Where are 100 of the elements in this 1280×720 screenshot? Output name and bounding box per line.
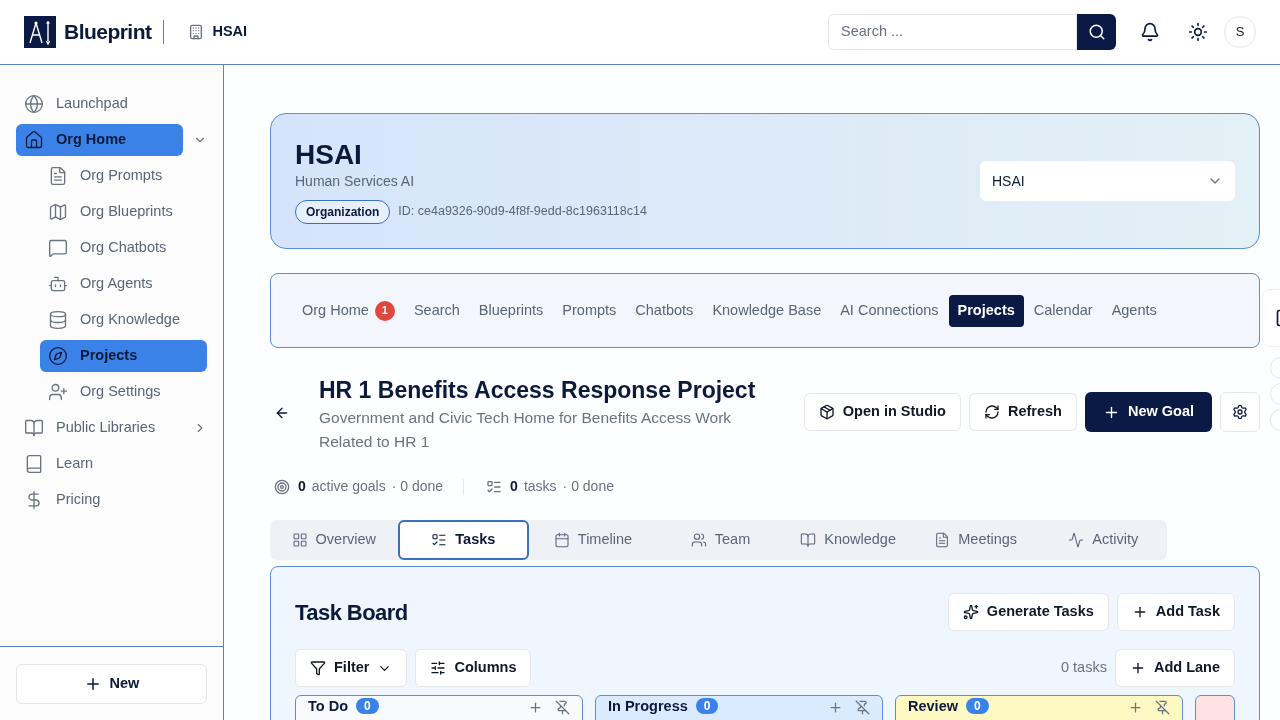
add-lane-button[interactable]: Add Lane (1114, 649, 1235, 687)
sidebar-item[interactable]: Org Prompts (40, 160, 171, 192)
sidebar-item[interactable]: Org Chatbots (40, 232, 175, 264)
lane-title: To Do (308, 698, 348, 714)
org-select[interactable]: HSAI (980, 161, 1235, 201)
lane-title: In Progress (608, 698, 688, 714)
tasks-count: 0 (510, 477, 518, 496)
brand-name: Blueprint (64, 19, 152, 46)
document-icon (934, 532, 951, 548)
org-tab[interactable]: Calendar (1024, 294, 1102, 327)
org-name: HSAI (212, 22, 248, 42)
grid-icon (291, 532, 308, 548)
activity-icon (1068, 532, 1085, 548)
org-tab[interactable]: Blueprints (469, 294, 553, 327)
new-button[interactable]: New (16, 664, 207, 704)
globe-icon (24, 94, 44, 114)
sliders-icon (430, 660, 447, 676)
project-tab[interactable]: Team (656, 520, 785, 560)
sidebar-item[interactable]: Org Knowledge (40, 304, 188, 336)
add-icon[interactable] (1128, 700, 1143, 715)
org-tab[interactable]: Org Home 1 (293, 294, 404, 327)
chat-bubble-icon (48, 238, 68, 258)
sidebar-item[interactable]: Org Settings (40, 376, 169, 408)
add-icon[interactable] (528, 700, 543, 715)
building-icon (188, 24, 205, 40)
book-icon (24, 454, 44, 474)
search-input[interactable]: Search ... (829, 21, 1076, 43)
org-tab[interactable]: Agents (1102, 294, 1166, 327)
org-tab[interactable]: AI Connections (831, 294, 948, 327)
lane-title: Review (908, 698, 958, 714)
project-tab[interactable]: Knowledge (784, 520, 912, 560)
org-title: HSAI (295, 138, 363, 171)
database-icon (48, 310, 68, 330)
project-tab[interactable]: Meetings (911, 520, 1040, 560)
lane-count: 0 (356, 698, 379, 714)
add-task-button[interactable]: Add Task (1116, 593, 1235, 631)
checklist-icon (486, 478, 503, 495)
task-count: 0 tasks (1061, 658, 1107, 678)
org-tab[interactable]: Search (404, 294, 469, 327)
sun-icon[interactable] (1188, 22, 1208, 42)
filter-button[interactable]: Filter (295, 649, 408, 687)
lane-count: 0 (695, 698, 719, 714)
sidebar-item[interactable]: Pricing (16, 484, 109, 516)
target-icon (274, 478, 290, 495)
checklist-icon (431, 532, 448, 548)
settings-icon (1232, 404, 1248, 420)
project-tab[interactable]: Activity (1039, 520, 1168, 560)
project-tab[interactable]: Tasks (397, 520, 530, 560)
lane-count: 0 (966, 698, 989, 714)
org-subtitle: Human Services AI (295, 171, 416, 191)
open-book-icon (800, 532, 817, 548)
add-user-icon (48, 382, 68, 402)
compass-icon (48, 346, 68, 366)
new-goal-button[interactable]: New Goal (1084, 392, 1212, 432)
sidebar-item[interactable]: Org Home (16, 124, 183, 156)
project-tab[interactable]: Overview (270, 520, 398, 560)
search-field[interactable]: Search ... (828, 14, 1077, 50)
tasks-label: tasks (523, 477, 557, 496)
org-tab[interactable]: Prompts (553, 294, 626, 327)
sidebar-item[interactable]: Org Blueprints (40, 196, 181, 228)
org-tab[interactable]: Knowledge Base (703, 294, 831, 327)
goals-done: · 0 done (391, 477, 444, 496)
house-icon (24, 130, 44, 150)
pin-off-icon[interactable] (1155, 700, 1170, 715)
refresh-button[interactable]: Refresh (968, 393, 1077, 431)
calendar-icon (553, 532, 570, 548)
sparkle-icon (962, 604, 979, 620)
organization-badge: Organization (295, 199, 391, 224)
task-board-title: Task Board (295, 598, 408, 627)
map-icon (48, 202, 68, 222)
add-icon[interactable] (828, 700, 843, 715)
sidebar-item[interactable]: Public Libraries (16, 412, 164, 444)
sidebar-item[interactable]: Projects (40, 340, 207, 372)
open-book-icon (24, 418, 44, 438)
org-id: ID: ce4a9326-90d9-4f8f-9edd-8c1963118c14 (398, 203, 647, 221)
pin-off-icon[interactable] (855, 700, 870, 715)
goals-label: active goals (311, 477, 386, 496)
logo-icon (24, 16, 56, 48)
robot-icon (48, 274, 68, 294)
document-icon (48, 166, 68, 186)
sidebar-item[interactable]: Org Agents (40, 268, 161, 300)
pin-off-icon[interactable] (555, 700, 570, 715)
sidebar-item[interactable]: Learn (16, 448, 102, 480)
project-title: HR 1 Benefits Access Response Project (319, 376, 757, 404)
open-in-studio-button[interactable]: Open in Studio (803, 393, 961, 431)
columns-button[interactable]: Columns (415, 649, 532, 687)
settings-button[interactable] (1220, 392, 1260, 432)
org-tab[interactable]: Chatbots (626, 294, 703, 327)
generate-tasks-button[interactable]: Generate Tasks (947, 593, 1109, 631)
sidebar-item[interactable]: Launchpad (16, 88, 136, 120)
notification-bell-icon[interactable] (1140, 22, 1160, 42)
tasks-done: · 0 done (562, 477, 614, 496)
search-button[interactable] (1077, 14, 1116, 50)
goals-count: 0 (298, 477, 306, 496)
people-icon (690, 532, 707, 548)
project-tab[interactable]: Timeline (529, 520, 657, 560)
notification-count: 1 (374, 300, 395, 321)
org-tab[interactable]: Projects (948, 294, 1024, 327)
filter-icon (310, 660, 326, 676)
refresh-icon (983, 404, 1000, 420)
